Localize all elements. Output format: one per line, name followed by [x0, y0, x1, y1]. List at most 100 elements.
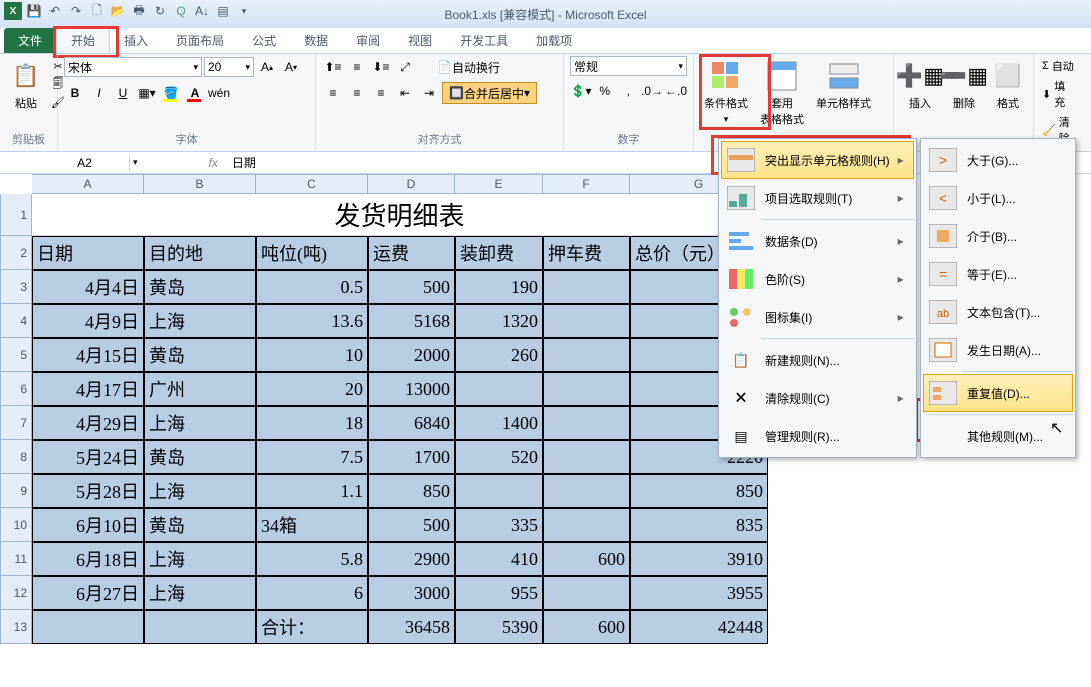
data-cell[interactable]: 6月10日 — [32, 508, 144, 542]
data-cell[interactable]: 13000 — [368, 372, 455, 406]
data-cell[interactable] — [144, 610, 256, 644]
name-box[interactable]: A2 — [40, 156, 130, 170]
row-header[interactable]: 6 — [0, 372, 32, 406]
insert-cells-button[interactable]: ➕▦ 插入 — [900, 56, 940, 115]
dropdown-icon[interactable]: ▾ — [235, 2, 253, 20]
data-cell[interactable]: 20 — [256, 372, 368, 406]
currency-button[interactable]: 💲▾ — [570, 80, 592, 102]
row-header[interactable]: 7 — [0, 406, 32, 440]
data-cell[interactable]: 5168 — [368, 304, 455, 338]
cells[interactable]: 发货明细表日期目的地吨位(吨)运费装卸费押车费总价（元）4月4日黄岛0.5500… — [32, 194, 768, 644]
menu-top-rules[interactable]: 项目选取规则(T)▸ — [721, 179, 914, 217]
cell-styles-button[interactable]: 单元格样式 — [812, 56, 875, 115]
data-cell[interactable]: 10 — [256, 338, 368, 372]
grow-font-button[interactable]: A▴ — [256, 56, 278, 78]
data-cell[interactable]: 34箱 — [256, 508, 368, 542]
data-cell[interactable] — [543, 508, 630, 542]
data-cell[interactable]: 3910 — [630, 542, 768, 576]
data-cell[interactable] — [455, 474, 543, 508]
data-cell[interactable] — [543, 474, 630, 508]
data-cell[interactable] — [32, 610, 144, 644]
print-icon[interactable]: 🖶 — [130, 2, 148, 20]
menu-new-rule[interactable]: 📋 新建规则(N)... — [721, 341, 914, 379]
data-cell[interactable]: 500 — [368, 508, 455, 542]
q-icon[interactable]: Q — [172, 2, 190, 20]
fx-label[interactable]: fx — [201, 156, 226, 170]
font-name-combo[interactable]: 宋体▾ — [64, 57, 202, 77]
row-header[interactable]: 2 — [0, 236, 32, 270]
data-cell[interactable]: 上海 — [144, 406, 256, 440]
paste-button[interactable]: 📋 粘贴 — [6, 56, 46, 115]
data-cell[interactable] — [543, 576, 630, 610]
phonetic-button[interactable]: wén — [208, 82, 230, 104]
menu-highlight-rules[interactable]: 突出显示单元格规则(H)▸ — [721, 141, 914, 179]
data-cell[interactable] — [543, 338, 630, 372]
tab-formula[interactable]: 公式 — [238, 28, 290, 53]
data-cell[interactable] — [543, 304, 630, 338]
font-size-combo[interactable]: 20▾ — [204, 57, 254, 77]
data-cell[interactable]: 4月4日 — [32, 270, 144, 304]
data-cell[interactable]: 36458 — [368, 610, 455, 644]
data-cell[interactable]: 6月18日 — [32, 542, 144, 576]
autosum-button[interactable]: Σ 自动 — [1040, 56, 1076, 76]
tab-file[interactable]: 文件 — [4, 28, 56, 53]
format-cells-button[interactable]: ⬜ 格式 — [988, 56, 1028, 115]
save-icon[interactable]: 💾 — [25, 2, 43, 20]
data-cell[interactable]: 2000 — [368, 338, 455, 372]
data-cell[interactable]: 合计： — [256, 610, 368, 644]
new-icon[interactable]: 🗋 — [88, 2, 106, 20]
data-cell[interactable]: 广州 — [144, 372, 256, 406]
redo2-icon[interactable]: ↻ — [151, 2, 169, 20]
menu-clear-rules[interactable]: 🗙 清除规则(C)▸ — [721, 379, 914, 417]
data-cell[interactable]: 335 — [455, 508, 543, 542]
data-cell[interactable]: 190 — [455, 270, 543, 304]
sort-icon[interactable]: A↓ — [193, 2, 211, 20]
undo-icon[interactable]: ↶ — [46, 2, 64, 20]
data-cell[interactable]: 18 — [256, 406, 368, 440]
data-cell[interactable]: 7.5 — [256, 440, 368, 474]
dec-inc-button[interactable]: .0→ — [641, 80, 663, 102]
data-cell[interactable]: 13.6 — [256, 304, 368, 338]
menu-icon-sets[interactable]: 图标集(I)▸ — [721, 298, 914, 336]
data-cell[interactable]: 黄岛 — [144, 508, 256, 542]
comma-button[interactable]: , — [618, 80, 640, 102]
data-cell[interactable]: 5390 — [455, 610, 543, 644]
align-bottom-button[interactable]: ⬇≡ — [370, 56, 392, 78]
data-cell[interactable]: 0.5 — [256, 270, 368, 304]
icon-misc[interactable]: ▤ — [214, 2, 232, 20]
open-icon[interactable]: 📂 — [109, 2, 127, 20]
data-cell[interactable]: 42448 — [630, 610, 768, 644]
header-cell[interactable]: 日期 — [32, 236, 144, 270]
header-cell[interactable]: 目的地 — [144, 236, 256, 270]
merge-center-button[interactable]: 🔲 合并后居中 ▾ — [442, 82, 537, 104]
data-cell[interactable]: 1700 — [368, 440, 455, 474]
align-top-button[interactable]: ⬆≡ — [322, 56, 344, 78]
redo-icon[interactable]: ↷ — [67, 2, 85, 20]
wrap-text-button[interactable]: 📄 自动换行 — [430, 56, 507, 78]
data-cell[interactable]: 上海 — [144, 474, 256, 508]
data-cell[interactable]: 4月9日 — [32, 304, 144, 338]
data-cell[interactable]: 410 — [455, 542, 543, 576]
data-cell[interactable]: 上海 — [144, 542, 256, 576]
row-header[interactable]: 8 — [0, 440, 32, 474]
fill-color-button[interactable]: 🪣 — [160, 82, 182, 104]
data-cell[interactable]: 600 — [543, 542, 630, 576]
data-cell[interactable]: 835 — [630, 508, 768, 542]
submenu-equal-to[interactable]: = 等于(E)... — [923, 255, 1073, 293]
dec-dec-button[interactable]: ←.0 — [665, 80, 687, 102]
formula-text[interactable]: 日期 — [226, 154, 256, 171]
bold-button[interactable]: B — [64, 82, 86, 104]
italic-button[interactable]: I — [88, 82, 110, 104]
indent-dec-button[interactable]: ⇤ — [394, 82, 416, 104]
data-cell[interactable]: 黄岛 — [144, 440, 256, 474]
indent-inc-button[interactable]: ⇥ — [418, 82, 440, 104]
data-cell[interactable]: 上海 — [144, 576, 256, 610]
menu-color-scales[interactable]: 色阶(S)▸ — [721, 260, 914, 298]
col-header[interactable]: A — [32, 174, 144, 194]
orientation-button[interactable]: ⤢ — [394, 56, 416, 78]
data-cell[interactable]: 850 — [630, 474, 768, 508]
tab-dev[interactable]: 开发工具 — [446, 28, 522, 53]
data-cell[interactable]: 3000 — [368, 576, 455, 610]
data-cell[interactable] — [455, 372, 543, 406]
data-cell[interactable]: 1400 — [455, 406, 543, 440]
